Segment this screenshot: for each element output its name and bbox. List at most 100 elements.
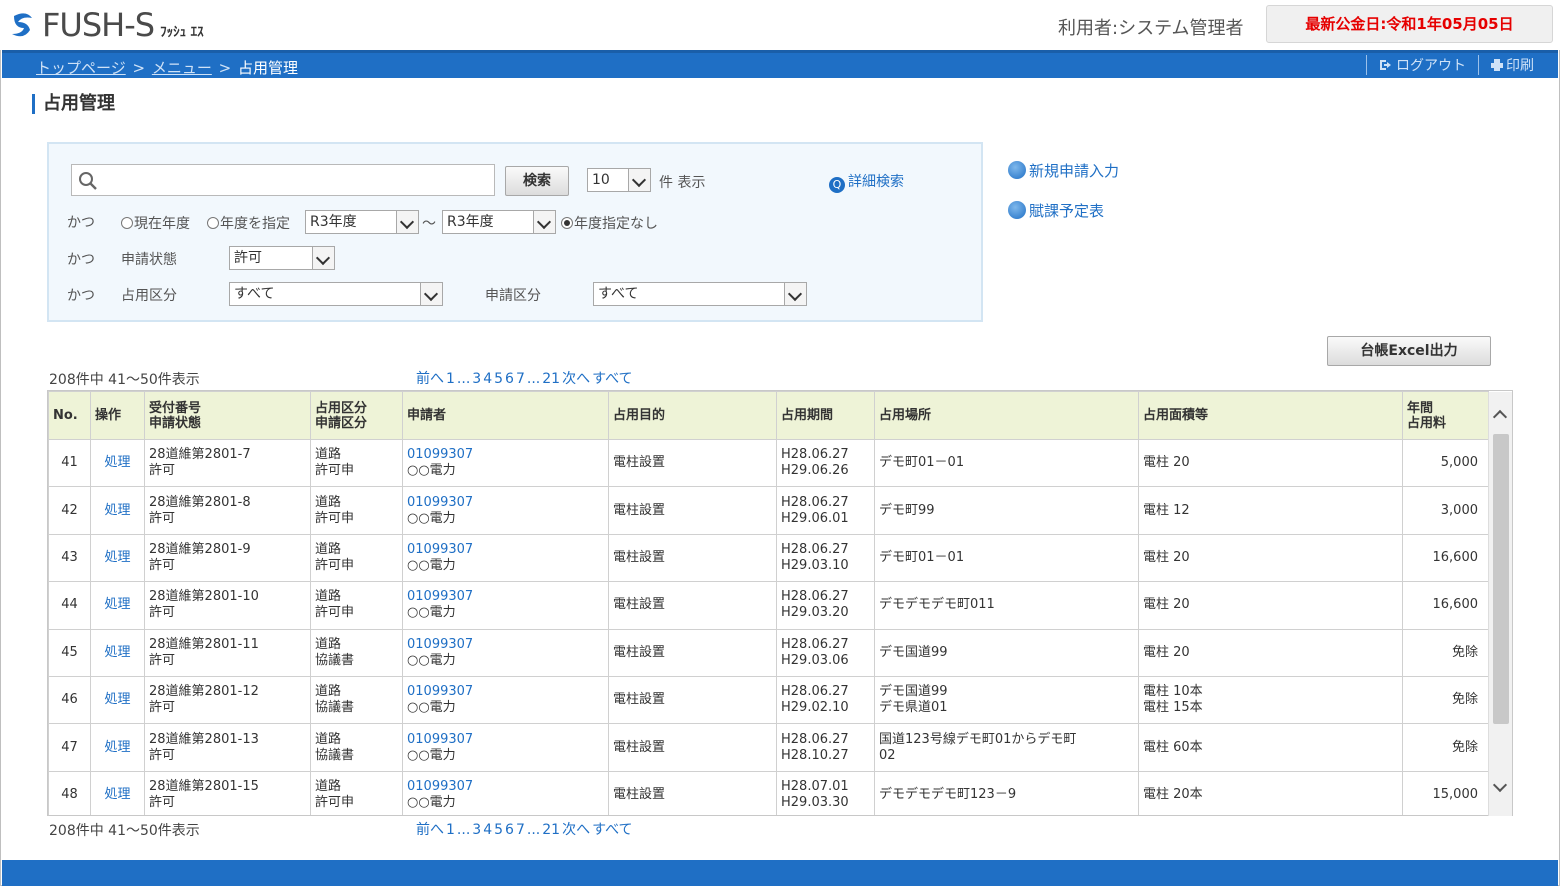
pager-item[interactable]: 4 (483, 371, 492, 387)
search-button[interactable]: 検索 (505, 166, 569, 196)
and-label: かつ (67, 215, 95, 231)
print-label: 印刷 (1506, 58, 1534, 74)
cell-period: H28.06.27 H29.02.10 (776, 675, 875, 725)
applicant-code-link[interactable]: 01099307 (407, 637, 604, 653)
radio-current-label: 現在年度 (134, 216, 190, 232)
status-select[interactable]: 許可 (229, 246, 335, 270)
year-from-value: R3年度 (310, 214, 357, 230)
pager-item[interactable]: 次へ (562, 822, 590, 838)
new-entry-link[interactable]: 新規申請入力 (1008, 160, 1119, 181)
applicant-code-link[interactable]: 01099307 (407, 589, 604, 605)
search-panel: 検索 10 件 表示 Q 詳細検索 かつ 現在年度 年度を指定 R3年度 ～ R3… (47, 142, 983, 322)
cell-kind: 道路 許可申 (310, 438, 403, 488)
pager-item[interactable]: 6 (505, 822, 514, 838)
cell-purpose: 電柱設置 (608, 533, 777, 583)
print-button[interactable]: 印刷 (1478, 55, 1546, 75)
process-link[interactable]: 処理 (104, 597, 130, 612)
applicant-code-link[interactable]: 01099307 (407, 684, 604, 700)
process-link[interactable]: 処理 (104, 550, 130, 565)
pager-item[interactable]: すべて (592, 371, 632, 387)
table-scrollbar[interactable] (1488, 392, 1512, 816)
pager-item[interactable]: 次へ (562, 371, 590, 387)
cell-place: デモ町01－01 (874, 533, 1139, 583)
pager-item[interactable]: 6 (505, 371, 514, 387)
cell-purpose: 電柱設置 (608, 723, 777, 772)
process-link[interactable]: 処理 (104, 503, 130, 518)
pager-item[interactable]: 3 (472, 371, 481, 387)
per-page-select[interactable]: 10 (587, 168, 651, 192)
process-link[interactable]: 処理 (104, 740, 130, 755)
apply-type-value: すべて (598, 286, 639, 302)
occupy-type-select[interactable]: すべて (229, 282, 443, 306)
radio-icon (121, 217, 133, 229)
pager-item[interactable]: 21 (542, 371, 560, 387)
year-to-select[interactable]: R3年度 (442, 210, 556, 234)
applicant-code-link[interactable]: 01099307 (407, 732, 604, 748)
applicant-code-link[interactable]: 01099307 (407, 495, 604, 511)
radio-current-year[interactable]: 現在年度 (121, 213, 190, 233)
pager-item[interactable]: 1 (446, 822, 455, 838)
cell-purpose: 電柱設置 (608, 628, 777, 677)
cell-action: 処理 (90, 581, 145, 630)
pager-item[interactable]: 前へ (416, 822, 444, 838)
cell-area: 電柱 20 (1138, 581, 1403, 630)
process-link[interactable]: 処理 (104, 455, 130, 470)
pager-item[interactable]: 5 (494, 371, 503, 387)
column-header: 年間 占用料 (1402, 391, 1489, 440)
search-input[interactable] (72, 165, 494, 195)
cell-kind: 道路 許可申 (310, 770, 403, 815)
cell-line: H29.03.30 (781, 794, 849, 810)
breadcrumb-top-link[interactable]: トップページ (36, 59, 126, 77)
radio-no-year[interactable]: 年度指定なし (561, 213, 658, 233)
column-header: 占用場所 (874, 391, 1139, 440)
pager-bottom: 前へ 1... 3 4 5 6 7... 21 次へ すべて (416, 819, 635, 839)
advanced-search-link[interactable]: Q 詳細検索 (829, 171, 904, 193)
cell-period: H28.06.27 H29.06.01 (776, 486, 875, 535)
scroll-up-icon[interactable] (1492, 409, 1508, 425)
cell-fee: 3,000 (1402, 486, 1489, 535)
cell-no: 48 (48, 770, 91, 815)
logout-button[interactable]: ログアウト (1366, 55, 1478, 75)
pager-item[interactable]: 7 (516, 371, 525, 387)
applicant-code-link[interactable]: 01099307 (407, 447, 604, 463)
cell-line: デモ町01－01 (879, 549, 965, 565)
breadcrumb-menu-link[interactable]: メニュー (152, 59, 212, 77)
apply-type-select[interactable]: すべて (593, 282, 807, 306)
applicant-code-link[interactable]: 01099307 (407, 779, 604, 795)
pager-item[interactable]: 5 (494, 822, 503, 838)
cell-line: 許可申 (315, 557, 355, 573)
excel-export-button[interactable]: 台帳Excel出力 (1327, 336, 1491, 366)
pager-item[interactable]: 前へ (416, 371, 444, 387)
cell-line: 許可申 (315, 605, 355, 621)
applicant-code-link[interactable]: 01099307 (407, 542, 604, 558)
cell-line: 国道123号線デモ町01からデモ町 (879, 731, 1077, 747)
scroll-down-icon[interactable] (1492, 777, 1508, 793)
radio-specify-year[interactable]: 年度を指定 (207, 213, 290, 233)
cell-line: 許可 (149, 510, 176, 526)
cell-receipt: 28道維第2801-12 許可 (144, 675, 311, 725)
cell-line: 電柱 20 (1143, 597, 1190, 613)
cell-line: 28道維第2801-11 (149, 636, 259, 652)
cell-line: ○○電力 (407, 652, 456, 668)
cell-purpose: 電柱設置 (608, 438, 777, 488)
tax-schedule-link[interactable]: 賦課予定表 (1008, 200, 1119, 221)
pager-item[interactable]: すべて (592, 822, 632, 838)
process-link[interactable]: 処理 (104, 692, 130, 707)
cell-kind: 道路 許可申 (310, 486, 403, 535)
pager-item[interactable]: 4 (483, 822, 492, 838)
logo: FUSH-S ﾌｯｼｭ ｴｽ (8, 6, 204, 44)
process-link[interactable]: 処理 (104, 645, 130, 660)
cell-line: 28道維第2801-15 (149, 778, 259, 794)
pager-item[interactable]: 7 (516, 822, 525, 838)
scroll-thumb[interactable] (1493, 434, 1509, 724)
cell-line: 許可 (149, 652, 176, 668)
cell-place: デモデモデモ町011 (874, 581, 1139, 630)
pager-item[interactable]: 3 (472, 822, 481, 838)
pager-item[interactable]: 1 (446, 371, 455, 387)
year-from-select[interactable]: R3年度 (305, 210, 419, 234)
cell-period: H28.06.27 H29.06.26 (776, 438, 875, 488)
process-link[interactable]: 処理 (104, 787, 130, 802)
column-header: No. (48, 391, 91, 440)
cell-period: H28.06.27 H29.03.20 (776, 581, 875, 630)
pager-item[interactable]: 21 (542, 822, 560, 838)
